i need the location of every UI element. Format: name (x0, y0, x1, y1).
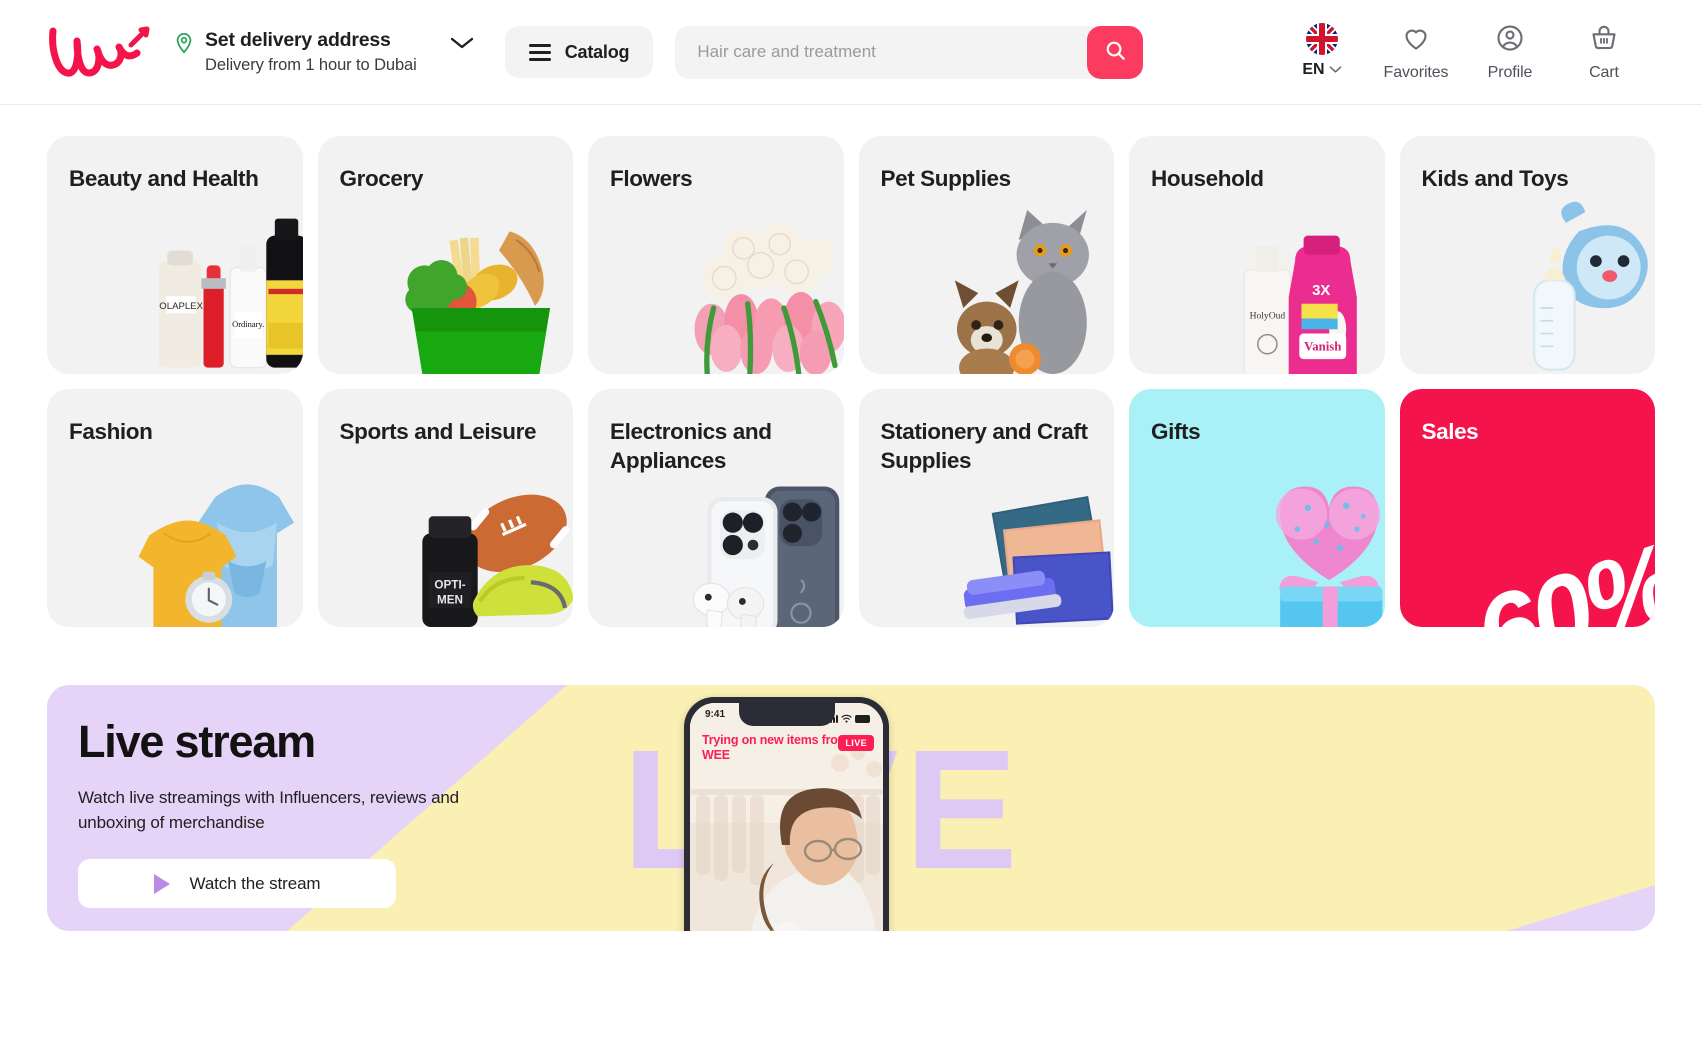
svg-text:Vanish: Vanish (1304, 340, 1341, 354)
hamburger-menu-icon (528, 43, 551, 61)
address-subtitle: Delivery from 1 hour to Dubai (205, 56, 417, 74)
battery-icon (855, 715, 870, 723)
baby-bottle-toy-art (1400, 136, 1656, 374)
banner-description: Watch live streamings with Influencers, … (78, 788, 459, 832)
sales-discount-badge: 60% (1460, 519, 1655, 627)
notebooks-stapler-art (859, 389, 1115, 627)
wee-logo[interactable] (47, 21, 155, 83)
search-icon (1104, 39, 1127, 65)
grocery-bag-art (318, 136, 574, 374)
category-tile-household[interactable]: Household HolyOud 3X Vanish (1129, 136, 1385, 374)
search-input[interactable] (675, 25, 1144, 79)
profile-label: Profile (1487, 63, 1533, 81)
category-title: Flowers (610, 166, 693, 191)
site-header: Set delivery address Delivery from 1 hou… (0, 0, 1702, 105)
address-title: Set delivery address (205, 29, 391, 51)
category-tile-stationery-and-craft-supplies[interactable]: Stationery and Craft Supplies (858, 389, 1115, 627)
basket-icon (1589, 23, 1619, 58)
cosmetics-bottles-art: OLAPLEX Ordinary. (47, 136, 303, 374)
category-grid: Beauty and Health OLAPLEX Ordinary. Groc… (0, 105, 1702, 627)
category-title: Gifts (1151, 419, 1201, 444)
delivery-address-selector[interactable]: Set delivery address Delivery from 1 hou… (173, 29, 475, 75)
svg-text:3X: 3X (1312, 283, 1330, 299)
phone-mockup: 9:41 Trying on new items from WEE LIVE (684, 697, 889, 931)
category-tile-flowers[interactable]: Flowers (588, 136, 844, 374)
heart-balloon-gift-art (1129, 389, 1385, 627)
category-tile-pet-supplies[interactable]: Pet Supplies (858, 136, 1115, 374)
cleaning-bottles-art: HolyOud 3X Vanish (1129, 136, 1385, 374)
uk-flag-icon (1306, 22, 1338, 55)
category-tile-grocery[interactable]: Grocery (317, 136, 574, 374)
play-icon (153, 873, 170, 894)
category-tile-kids-and-toys[interactable]: Kids and Toys (1399, 136, 1656, 374)
search-bar (675, 25, 1144, 79)
cart-label: Cart (1589, 63, 1619, 81)
search-button[interactable] (1087, 25, 1144, 79)
category-tile-sales[interactable]: Sales 60% (1399, 389, 1655, 627)
header-actions: EN Favorites Profile Cart (1275, 22, 1655, 82)
category-title: Kids and Toys (1421, 166, 1569, 191)
category-tile-sports-and-leisure[interactable]: Sports and Leisure OPTI- MEN (317, 389, 573, 627)
catalog-button[interactable]: Catalog (504, 26, 654, 78)
category-title: Pet Supplies (880, 166, 1012, 191)
user-circle-icon (1495, 23, 1525, 58)
watch-stream-button[interactable]: Watch the stream (78, 859, 396, 909)
svg-text:MEN: MEN (437, 594, 463, 607)
watch-stream-label: Watch the stream (189, 873, 321, 893)
category-title: Sports and Leisure (339, 419, 537, 444)
category-tile-beauty-and-health[interactable]: Beauty and Health OLAPLEX Ordinary. (47, 136, 303, 374)
category-title: Sales (1421, 419, 1479, 444)
category-title: Fashion (69, 419, 153, 444)
phone-screen: 9:41 Trying on new items from WEE LIVE (690, 703, 883, 931)
category-title: Electronics and Appliances (610, 419, 772, 473)
category-tile-electronics-and-appliances[interactable]: Electronics and Appliances (588, 389, 844, 627)
wifi-icon (841, 710, 852, 728)
banner-heading: Live stream (78, 716, 316, 767)
category-tile-gifts[interactable]: Gifts (1129, 389, 1385, 627)
clothing-art (47, 389, 303, 627)
language-label: EN (1302, 60, 1325, 78)
favorites-button[interactable]: Favorites (1369, 23, 1463, 82)
category-title: Stationery and Craft Supplies (880, 419, 1088, 473)
svg-text:Ordinary.: Ordinary. (232, 319, 264, 329)
location-pin-icon (173, 32, 195, 59)
sports-gear-art: OPTI- MEN (318, 389, 573, 627)
cat-and-dog-art (859, 136, 1115, 374)
phone-status-time: 9:41 (705, 709, 726, 720)
category-title: Beauty and Health (69, 166, 259, 191)
catalog-button-label: Catalog (564, 41, 630, 62)
svg-text:OLAPLEX: OLAPLEX (159, 301, 203, 312)
phones-earbuds-art (588, 389, 844, 627)
category-title: Grocery (339, 166, 424, 191)
favorites-label: Favorites (1383, 63, 1449, 81)
svg-text:OPTI-: OPTI- (434, 579, 465, 592)
banner-text-column: Live stream Watch live streamings with I… (78, 716, 508, 909)
svg-text:HolyOud: HolyOud (1250, 311, 1286, 322)
chevron-down-icon (1329, 61, 1342, 79)
bouquet-art (588, 136, 844, 374)
heart-icon (1401, 23, 1431, 58)
category-title: Household (1151, 166, 1264, 191)
category-tile-fashion[interactable]: Fashion (47, 389, 303, 627)
phone-notch (738, 703, 835, 726)
language-selector[interactable]: EN (1275, 22, 1369, 79)
live-stream-banner[interactable]: LIVE Live stream Watch live streamings w… (47, 685, 1655, 931)
chevron-down-icon[interactable] (449, 35, 475, 56)
live-badge: LIVE (838, 735, 874, 751)
cart-button[interactable]: Cart (1557, 23, 1651, 82)
profile-button[interactable]: Profile (1463, 23, 1557, 82)
